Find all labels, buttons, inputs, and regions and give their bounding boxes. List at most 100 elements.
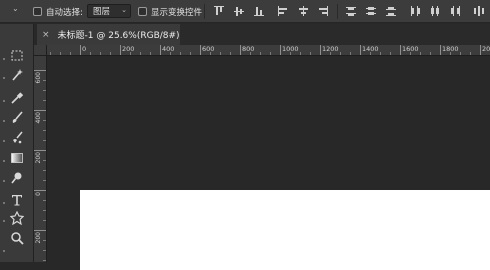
ruler-minor-tick xyxy=(43,140,46,141)
ruler-origin[interactable] xyxy=(34,45,47,56)
close-icon[interactable]: × xyxy=(42,30,50,40)
ruler-minor-tick xyxy=(430,52,431,55)
ruler-minor-tick xyxy=(460,52,461,55)
magic-wand-tool[interactable] xyxy=(9,67,25,83)
eyedropper-tool[interactable] xyxy=(9,90,25,106)
clone-stamp-tool[interactable] xyxy=(9,130,25,146)
ruler-label: 400 xyxy=(162,45,175,53)
tool-group-dot xyxy=(3,250,5,252)
ruler-major-tick xyxy=(280,45,281,55)
distribute-left-icon[interactable] xyxy=(409,5,421,17)
ruler-minor-tick xyxy=(110,52,111,55)
ruler-major-tick xyxy=(160,45,161,55)
distribute-right-icon[interactable] xyxy=(449,5,461,17)
ruler-minor-tick xyxy=(220,52,221,55)
tool-group-dot xyxy=(3,140,5,142)
horizontal-ruler[interactable]: 0200400600800100012001400160018002000220… xyxy=(47,45,490,56)
ruler-minor-tick xyxy=(140,52,141,55)
ruler-minor-tick xyxy=(330,52,331,55)
ruler-minor-tick xyxy=(210,52,211,55)
ruler-label: 600 xyxy=(202,45,215,53)
document-tab-title: 未标题-1 @ 25.6%(RGB/8#) xyxy=(57,31,180,41)
ruler-minor-tick xyxy=(300,52,301,55)
ruler-minor-tick xyxy=(130,52,131,55)
align-right-icon[interactable] xyxy=(317,5,329,17)
zoom-tool[interactable] xyxy=(9,230,25,246)
align-top-icon[interactable] xyxy=(213,5,225,17)
vertical-ruler[interactable]: 0 200 200 400 600 xyxy=(34,56,47,262)
ruler-major-tick xyxy=(240,45,241,55)
tool-group-dot xyxy=(3,100,5,102)
ruler-minor-tick xyxy=(250,52,251,55)
auto-select-checkbox[interactable] xyxy=(33,7,42,16)
tool-preset-chevron-icon[interactable]: ⌄ xyxy=(12,4,19,13)
ruler-major-tick xyxy=(320,45,321,55)
ruler-major-tick xyxy=(34,150,46,151)
ruler-minor-tick xyxy=(390,52,391,55)
ruler-minor-tick xyxy=(70,52,71,55)
ruler-minor-tick xyxy=(43,210,46,211)
ruler-major-tick xyxy=(120,45,121,55)
align-left-icon[interactable] xyxy=(277,5,289,17)
distribute-bottom-icon[interactable] xyxy=(385,5,397,17)
dodge-tool[interactable] xyxy=(9,170,25,186)
document-tab[interactable]: × 未标题-1 @ 25.6%(RGB/8#) xyxy=(37,24,180,45)
tool-group-dot xyxy=(3,202,5,204)
ruler-label: 0 xyxy=(35,192,42,196)
ruler-label: 800 xyxy=(242,45,255,53)
distribute-top-icon[interactable] xyxy=(345,5,357,17)
options-bar: ⌄ 自动选择: 图层 ⌄ 显示变换控件 xyxy=(0,0,490,23)
align-hcenter-icon[interactable] xyxy=(297,5,309,17)
ruler-major-tick xyxy=(34,230,46,231)
layer-select-dropdown[interactable]: 图层 ⌄ xyxy=(87,4,131,18)
ruler-minor-tick xyxy=(43,220,46,221)
auto-align-icon[interactable] xyxy=(473,5,485,17)
ruler-major-tick xyxy=(360,45,361,55)
align-vcenter-icon[interactable] xyxy=(233,5,245,17)
distribute-vcenter-icon[interactable] xyxy=(365,5,377,17)
canvas-workspace[interactable] xyxy=(47,56,490,270)
brush-tool[interactable] xyxy=(9,110,25,126)
document-canvas[interactable] xyxy=(80,190,490,270)
gradient-tool[interactable] xyxy=(9,150,25,166)
layer-select-value: 图层 xyxy=(93,7,111,17)
ruler-major-tick xyxy=(34,110,46,111)
marquee-tool[interactable] xyxy=(9,48,25,64)
ruler-minor-tick xyxy=(350,52,351,55)
ruler-minor-tick xyxy=(170,52,171,55)
ruler-label: 200 xyxy=(35,152,42,164)
ruler-minor-tick xyxy=(43,200,46,201)
ruler-minor-tick xyxy=(50,52,51,55)
show-transform-checkbox[interactable] xyxy=(138,7,147,16)
auto-select-label: 自动选择: xyxy=(46,7,83,18)
tool-group-dot xyxy=(3,77,5,79)
ruler-minor-tick xyxy=(450,52,451,55)
tool-group-dot xyxy=(3,58,5,60)
ruler-minor-tick xyxy=(310,52,311,55)
ruler-minor-tick xyxy=(370,52,371,55)
tools-panel xyxy=(0,24,34,262)
distribute-hcenter-icon[interactable] xyxy=(429,5,441,17)
ruler-minor-tick xyxy=(43,120,46,121)
ruler-minor-tick xyxy=(60,52,61,55)
align-bottom-icon[interactable] xyxy=(253,5,265,17)
ruler-minor-tick xyxy=(180,52,181,55)
ruler-label: 400 xyxy=(35,112,42,124)
type-tool[interactable] xyxy=(9,192,25,208)
show-transform-option[interactable]: 显示变换控件 xyxy=(138,0,202,23)
tool-group-dot xyxy=(3,180,5,182)
divider xyxy=(204,4,205,19)
ruler-minor-tick xyxy=(190,52,191,55)
ruler-minor-tick xyxy=(43,260,46,261)
tool-group-dot xyxy=(3,120,5,122)
ruler-minor-tick xyxy=(150,52,151,55)
ruler-major-tick xyxy=(480,45,481,55)
ruler-minor-tick xyxy=(90,52,91,55)
ruler-minor-tick xyxy=(43,100,46,101)
auto-select-option[interactable]: 自动选择: xyxy=(33,0,83,23)
shape-tool[interactable] xyxy=(9,210,25,226)
ruler-minor-tick xyxy=(410,52,411,55)
ruler-minor-tick xyxy=(43,130,46,131)
ruler-label: 600 xyxy=(35,72,42,84)
document-tab-bar: × 未标题-1 @ 25.6%(RGB/8#) xyxy=(37,24,490,45)
